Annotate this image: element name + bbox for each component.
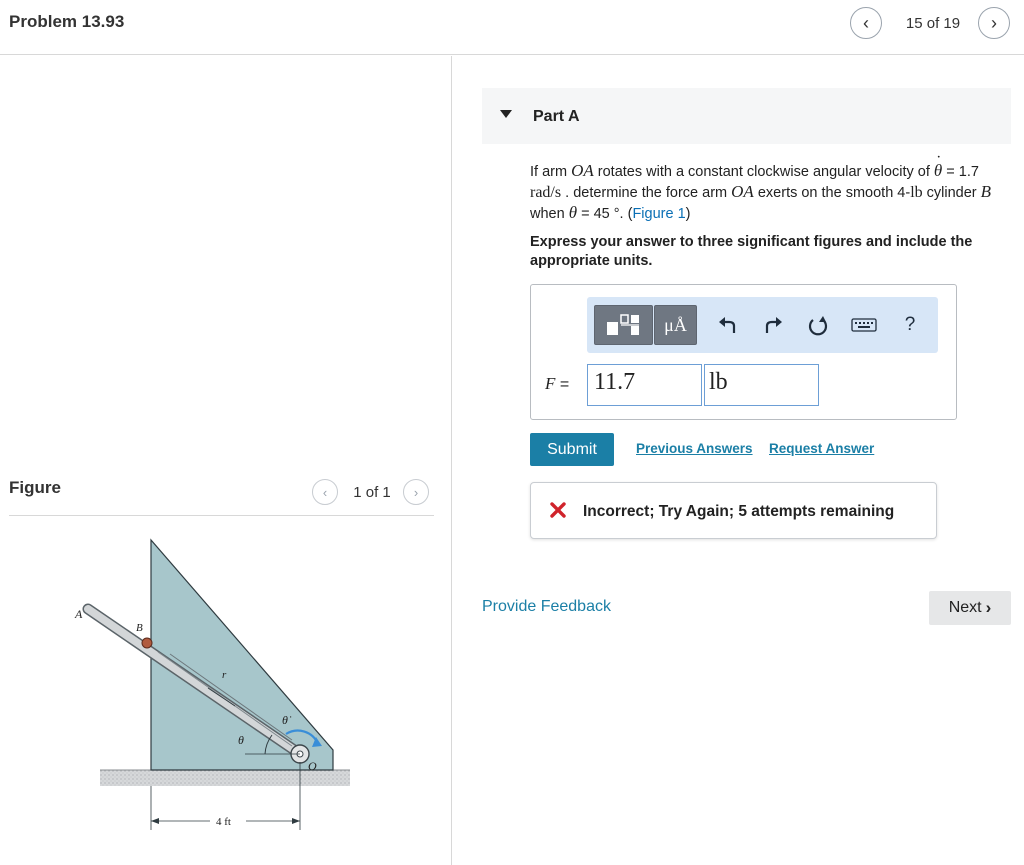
label-r: r <box>222 669 227 681</box>
answer-value-input[interactable]: 11.7 <box>587 364 702 406</box>
chevron-right-icon: › <box>985 598 992 617</box>
problem-title: Problem 13.93 <box>9 12 125 31</box>
next-button[interactable]: Next › <box>929 591 1011 625</box>
previous-answers-link[interactable]: Previous Answers <box>636 441 753 456</box>
chevron-left-icon: ‹ <box>863 12 869 33</box>
reset-icon <box>808 316 828 336</box>
redo-button[interactable] <box>760 313 786 339</box>
undo-button[interactable] <box>715 313 741 339</box>
label-b: B <box>136 622 143 634</box>
units-button[interactable]: μÅ <box>654 305 697 345</box>
reset-button[interactable] <box>805 313 831 339</box>
close-icon <box>550 502 566 518</box>
part-title: Part A <box>533 108 580 125</box>
next-problem-button[interactable]: › <box>978 7 1010 39</box>
figure-link[interactable]: Figure 1 <box>632 206 685 222</box>
undo-icon <box>719 317 736 333</box>
keyboard-button[interactable] <box>851 315 877 335</box>
help-button[interactable]: ? <box>895 311 925 339</box>
request-answer-link[interactable]: Request Answer <box>769 441 874 456</box>
mechanics-figure: A B r θ̇ θ O 4 ft <box>74 538 350 830</box>
previous-problem-button[interactable]: ‹ <box>850 7 882 39</box>
templates-icon <box>606 314 639 335</box>
submit-button[interactable]: Submit <box>530 433 614 466</box>
provide-feedback-link[interactable]: Provide Feedback <box>482 598 611 616</box>
instruction-text: Express your answer to three significant… <box>530 234 973 269</box>
figure-heading: Figure <box>9 478 61 497</box>
templates-button[interactable] <box>594 305 653 345</box>
figure-count: 1 of 1 <box>353 484 391 501</box>
chevron-right-icon: › <box>991 12 997 33</box>
dimension-label: 4 ft <box>216 816 231 828</box>
figure-divider <box>9 515 434 516</box>
question-text: If arm OA rotates with a constant clockw… <box>530 161 1000 224</box>
math-toolbar: μÅ ? <box>587 297 938 353</box>
panel-divider <box>451 56 452 865</box>
redo-icon <box>765 317 782 333</box>
cylinder-b <box>141 637 153 649</box>
chevron-left-icon: ‹ <box>322 484 328 500</box>
label-o: O <box>308 759 317 773</box>
figure-next-button[interactable]: › <box>403 479 429 505</box>
feedback-message: Incorrect; Try Again; 5 attempts remaini… <box>583 503 895 520</box>
keyboard-icon <box>851 318 877 332</box>
header: Problem 13.93 ‹ 15 of 19 › <box>0 0 1024 55</box>
figure-previous-button[interactable]: ‹ <box>312 479 338 505</box>
chevron-right-icon: › <box>413 484 419 500</box>
answer-variable-label: F = <box>545 374 570 393</box>
label-a: A <box>74 607 83 621</box>
answer-unit-input[interactable]: lb <box>704 364 819 406</box>
caret-down-icon[interactable] <box>500 110 512 118</box>
problem-page-count: 15 of 19 <box>905 15 961 32</box>
label-theta: θ <box>238 733 244 747</box>
